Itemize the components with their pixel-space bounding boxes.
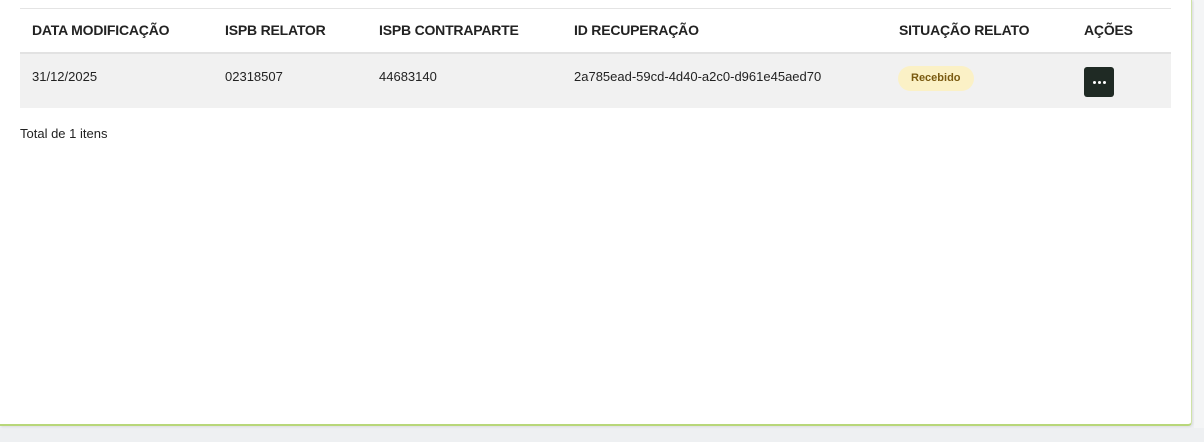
header-data-modificacao[interactable]: DATA MODIFICAÇÃO [32,22,170,38]
cell-ispb-relator: 02318507 [225,69,283,84]
table-header-row: DATA MODIFICAÇÃO ISPB RELATOR ISPB CONTR… [20,9,1171,54]
cell-ispb-contraparte: 44683140 [379,69,437,84]
header-situacao-relato[interactable]: SITUAÇÃO RELATO [899,22,1029,38]
cell-data-modificacao: 31/12/2025 [32,69,98,84]
more-horizontal-icon [1092,80,1106,84]
results-card: DATA MODIFICAÇÃO ISPB RELATOR ISPB CONTR… [0,0,1192,426]
table-row[interactable]: 31/12/2025 02318507 44683140 2a785ead-59… [20,54,1171,108]
header-ispb-relator[interactable]: ISPB RELATOR [225,22,326,38]
page-background-bottom [0,428,1204,442]
cell-id-recuperacao: 2a785ead-59cd-4d40-a2c0-d961e45aed70 [574,69,822,84]
header-ispb-contraparte[interactable]: ISPB CONTRAPARTE [379,22,519,38]
status-badge: Recebido [898,66,974,91]
row-actions-button[interactable] [1084,67,1114,97]
total-items-label: Total de 1 itens [20,126,108,141]
header-acoes: AÇÕES [1084,22,1133,38]
page-background-edge [1194,0,1204,428]
header-id-recuperacao[interactable]: ID RECUPERAÇÃO [574,22,699,38]
results-table: DATA MODIFICAÇÃO ISPB RELATOR ISPB CONTR… [20,9,1171,108]
